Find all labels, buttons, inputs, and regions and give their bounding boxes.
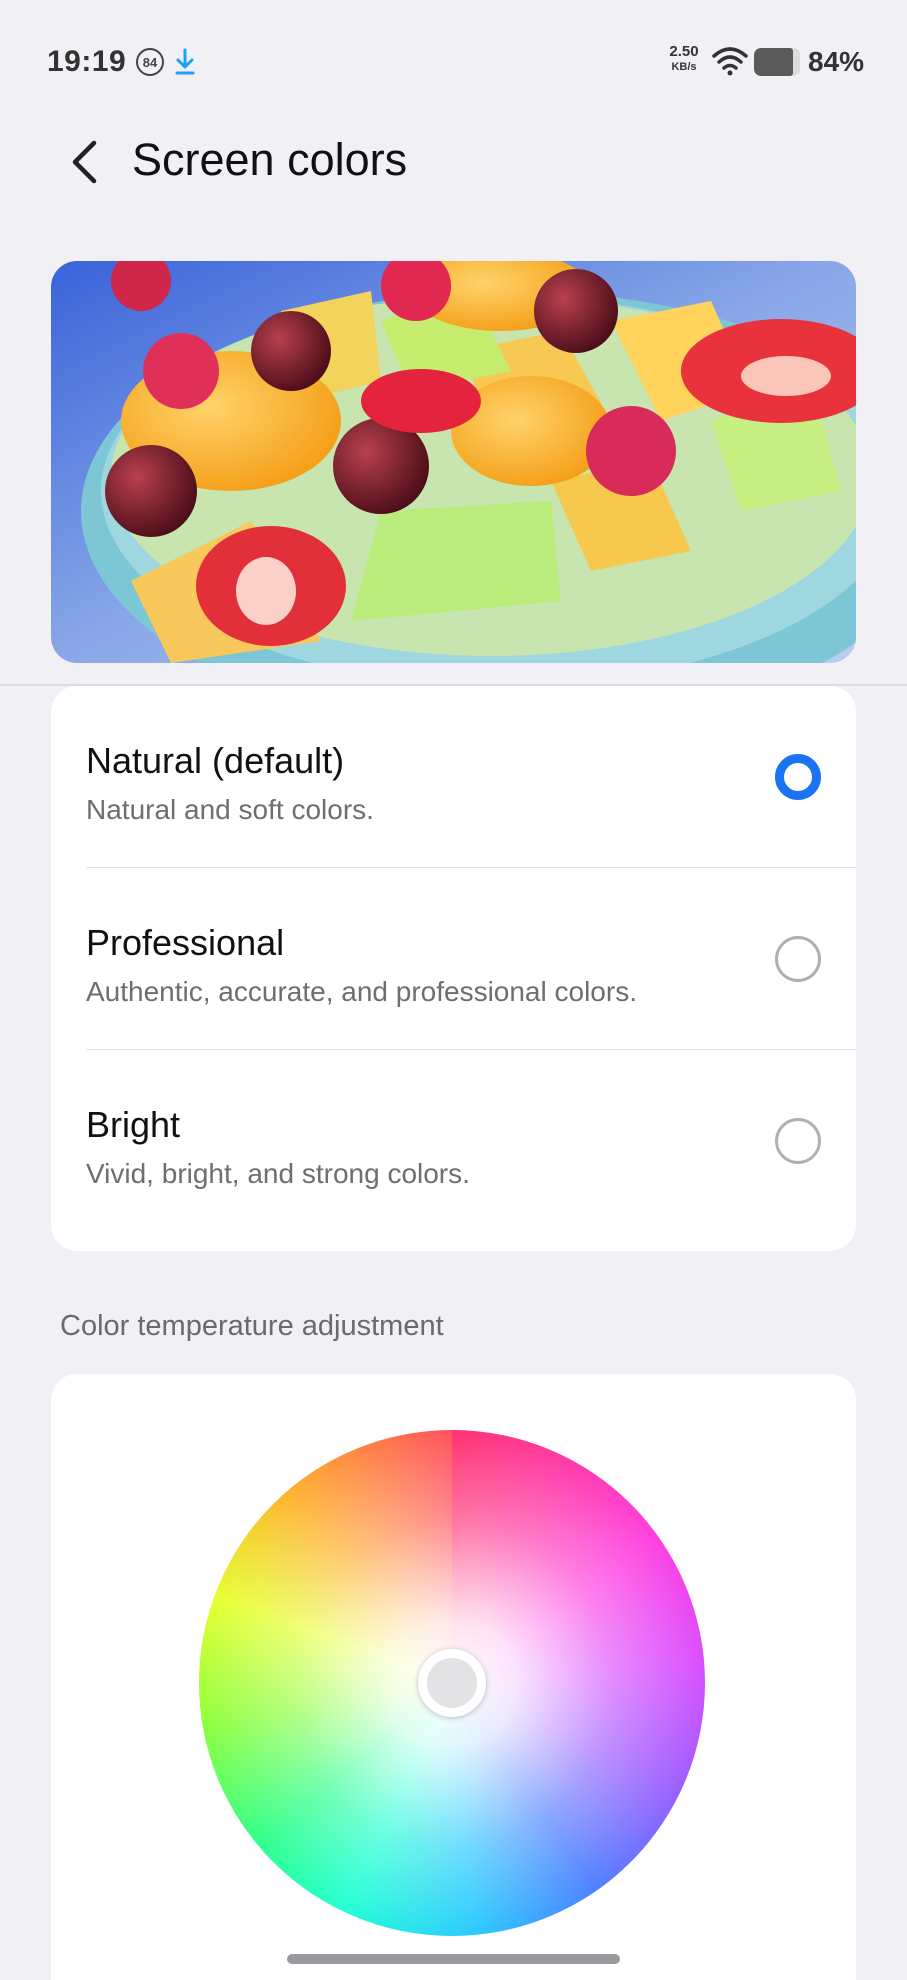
battery-icon <box>754 48 800 76</box>
radio-button[interactable] <box>775 754 821 800</box>
fruit-salad-illustration <box>51 261 856 663</box>
color-wheel[interactable] <box>199 1430 705 1936</box>
svg-text:GKS: GKS <box>646 1905 826 1976</box>
chevron-left-icon <box>72 140 97 184</box>
mode-option-title: Professional <box>86 922 285 963</box>
color-wheel-handle[interactable] <box>418 1649 486 1717</box>
mode-option-title: Bright <box>86 1104 181 1145</box>
radio-button[interactable] <box>775 936 821 982</box>
battery-percent: 84% <box>808 46 865 77</box>
mode-option-description: Vivid, bright, and strong colors. <box>86 1158 470 1189</box>
mode-option-natural[interactable]: Natural (default) Natural and soft color… <box>51 686 856 868</box>
section-label-color-temperature: Color temperature adjustment <box>60 1310 444 1342</box>
network-speed-value: 2.50 <box>669 43 699 60</box>
mode-option-description: Authentic, accurate, and professional co… <box>86 976 637 1007</box>
mode-option-bright[interactable]: Bright Vivid, bright, and strong colors. <box>51 1050 856 1232</box>
watermark-logo: NYP GKS <box>645 1826 826 1976</box>
status-bar: 19:19 84 2.50 KB/s 84% <box>0 0 907 120</box>
mode-option-description: Natural and soft colors. <box>86 794 374 825</box>
svg-text:NYP: NYP <box>646 1827 825 1909</box>
wifi-icon <box>712 47 748 76</box>
status-time: 19:19 <box>47 45 127 78</box>
screen: 19:19 84 2.50 KB/s 84% Screen colors Nat… <box>0 0 907 1980</box>
battery-level-fill <box>754 48 793 76</box>
mode-option-professional[interactable]: Professional Authentic, accurate, and pr… <box>51 868 856 1050</box>
download-icon <box>175 48 195 75</box>
network-speed-unit: KB/s <box>671 61 697 73</box>
notification-count-icon: 84 <box>136 48 164 76</box>
mode-option-title: Natural (default) <box>86 740 345 781</box>
page-title: Screen colors <box>132 134 408 185</box>
preview-image <box>51 261 856 663</box>
home-indicator[interactable] <box>287 1954 620 1964</box>
radio-button[interactable] <box>775 1118 821 1164</box>
back-button[interactable] <box>58 132 110 192</box>
network-speed: 2.50 KB/s <box>664 44 704 73</box>
screen-mode-card: Natural (default) Natural and soft color… <box>51 686 856 1251</box>
